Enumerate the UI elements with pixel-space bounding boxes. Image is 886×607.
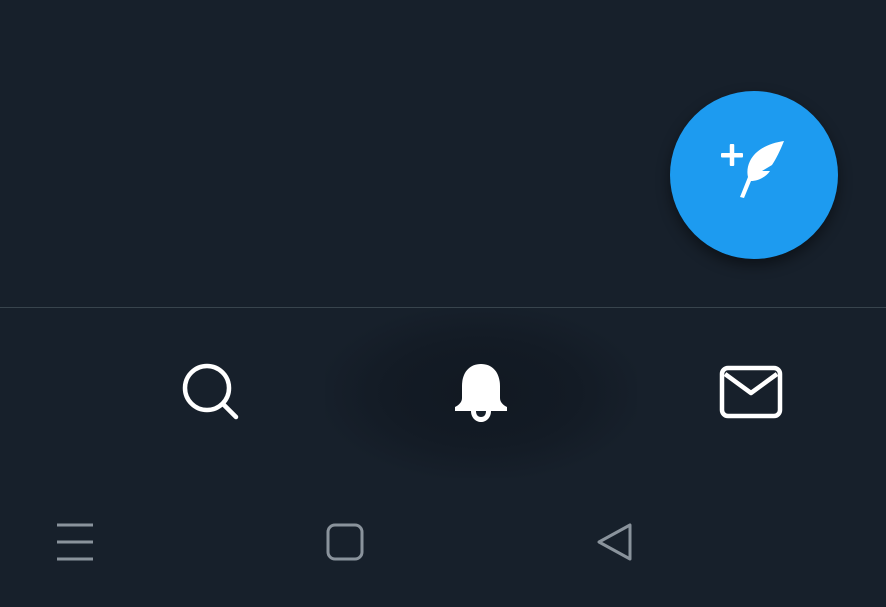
mail-icon (719, 365, 783, 419)
tab-search[interactable] (175, 356, 247, 428)
search-icon (182, 363, 239, 420)
home-square-icon (326, 523, 364, 561)
system-menu-button[interactable] (45, 512, 105, 572)
compose-tweet-button[interactable] (670, 91, 838, 259)
menu-icon (57, 523, 93, 561)
system-navigation-bar (0, 478, 886, 607)
app-screen (0, 0, 886, 607)
back-triangle-icon (597, 523, 632, 561)
system-home-button[interactable] (315, 512, 375, 572)
compose-tweet-icon (721, 141, 784, 198)
tab-messages[interactable] (715, 356, 787, 428)
bell-icon (455, 364, 507, 422)
bottom-tab-bar (0, 308, 886, 478)
system-back-button[interactable] (585, 512, 645, 572)
tab-notifications[interactable] (445, 356, 517, 428)
